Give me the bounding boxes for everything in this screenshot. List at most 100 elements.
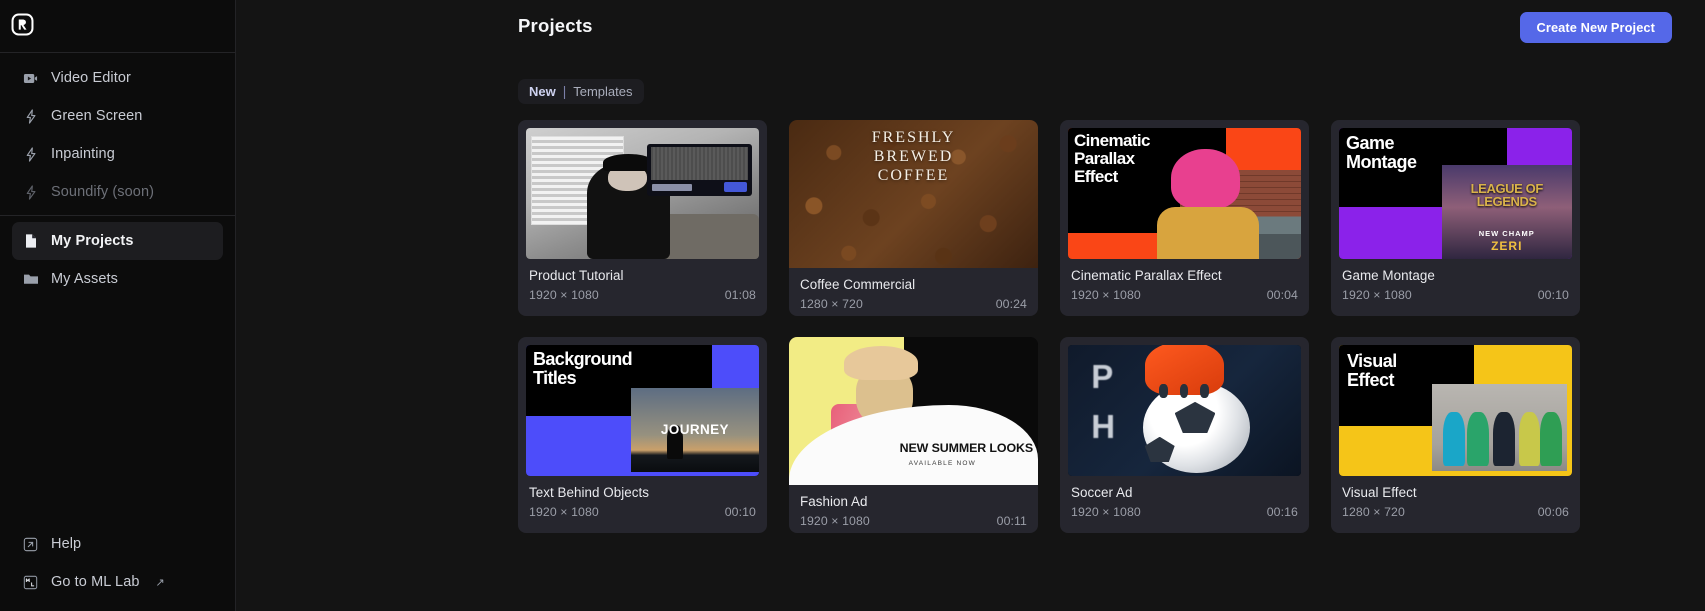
project-title: Soccer Ad <box>1071 485 1133 500</box>
view-tabs: New | Templates <box>518 79 644 104</box>
sidebar-item-label: Go to ML Lab <box>51 574 140 590</box>
top-bar: Projects Create New Project <box>236 0 1705 56</box>
project-card[interactable]: Product Tutorial 1920 × 1080 01:08 <box>518 120 767 316</box>
runway-logo-icon[interactable] <box>9 11 36 38</box>
coffee-commercial-thumb[interactable]: FRESHLY BREWED COFFEE <box>789 120 1038 268</box>
sidebar-item-ml-lab[interactable]: Go to ML Lab ↗ <box>12 563 223 601</box>
project-title: Cinematic Parallax Effect <box>1071 268 1222 283</box>
thumb-text-line: COFFEE <box>877 166 950 184</box>
thumb-text-line: Background <box>533 349 633 369</box>
project-title: Fashion Ad <box>800 494 868 509</box>
projects-panel: New | Templates Product Tutorial 1920 × … <box>518 79 1672 533</box>
help-external-icon <box>22 536 39 553</box>
sidebar-bottom-group: Help Go to ML Lab ↗ <box>0 525 235 611</box>
project-duration: 00:11 <box>996 514 1027 528</box>
sidebar-item-inpainting[interactable]: Inpainting <box>12 135 223 173</box>
fashion-ad-thumb[interactable]: NEW SUMMER LOOKS AVAILABLE NOW <box>789 337 1038 485</box>
create-new-project-button[interactable]: Create New Project <box>1519 12 1672 43</box>
sidebar-library-group: My Projects My Assets <box>0 222 235 298</box>
tab-templates[interactable]: Templates <box>573 84 632 99</box>
thumb-text-line: Parallax <box>1074 149 1135 169</box>
thumb-overlay-text: LEAGUE OF LEGENDS <box>1470 180 1544 209</box>
project-duration: 00:16 <box>1266 505 1298 519</box>
main-content: Projects Create New Project New | Templa… <box>236 0 1705 611</box>
sidebar-item-soundify: Soundify (soon) <box>12 173 223 211</box>
project-card[interactable]: FRESHLY BREWED COFFEE Coffee Commercial … <box>789 120 1038 316</box>
project-dimensions: 1280 × 720 <box>800 297 863 311</box>
thumb-overlay-text: NEW SUMMER LOOKS <box>899 441 1033 456</box>
game-montage-thumb[interactable]: LEAGUE OF LEGENDS NEW CHAMP ZERI Game Mo… <box>1339 128 1572 259</box>
sidebar-item-video-editor[interactable]: Video Editor <box>12 59 223 97</box>
page-title: Projects <box>518 15 593 36</box>
thumb-overlay-text: ZERI <box>1491 239 1523 254</box>
sidebar-item-label: Inpainting <box>51 146 115 162</box>
bolt-icon <box>22 184 39 201</box>
project-card[interactable]: Visual Effect Visual Effect 1280 × 720 0… <box>1331 337 1580 533</box>
sidebar-divider-mid <box>0 215 235 216</box>
video-icon <box>22 70 39 87</box>
project-duration: 00:04 <box>1266 288 1298 302</box>
sidebar-item-my-projects[interactable]: My Projects <box>12 222 223 260</box>
project-title: Visual Effect <box>1342 485 1417 500</box>
thumb-text-line: FRESHLY <box>871 128 956 146</box>
project-dimensions: 1920 × 1080 <box>529 505 599 519</box>
soccer-ad-thumb[interactable]: P Y H R <box>1068 345 1301 476</box>
sidebar-item-help[interactable]: Help <box>12 525 223 563</box>
thumb-text-line: Effect <box>1074 167 1118 187</box>
sidebar-item-my-assets[interactable]: My Assets <box>12 260 223 298</box>
project-dimensions: 1920 × 1080 <box>800 514 870 528</box>
thumb-text-line: Game <box>1346 133 1395 153</box>
external-link-icon: ↗ <box>155 576 165 589</box>
project-duration: 00:06 <box>1537 505 1569 519</box>
thumb-text-line: Montage <box>1346 152 1417 173</box>
project-duration: 01:08 <box>724 288 756 302</box>
project-dimensions: 1920 × 1080 <box>1071 505 1141 519</box>
sidebar-tools-group: Video Editor Green Screen Inpainting Sou… <box>0 59 235 211</box>
app-root: Video Editor Green Screen Inpainting Sou… <box>0 0 1705 611</box>
project-card[interactable]: LEAGUE OF LEGENDS NEW CHAMP ZERI Game Mo… <box>1331 120 1580 316</box>
file-icon <box>22 233 39 250</box>
thumb-text-line: Cinematic <box>1074 131 1150 150</box>
project-card[interactable]: JOURNEY Background Titles Text Behind Ob… <box>518 337 767 533</box>
sidebar: Video Editor Green Screen Inpainting Sou… <box>0 0 236 611</box>
tab-new[interactable]: New <box>529 84 556 99</box>
sidebar-item-label: Video Editor <box>51 70 131 86</box>
sidebar-item-label: My Assets <box>51 271 118 287</box>
thumb-text-line: Titles <box>533 368 577 389</box>
project-title: Text Behind Objects <box>529 485 650 500</box>
thumb-text-line: Visual <box>1347 351 1397 371</box>
bolt-icon <box>22 146 39 163</box>
sidebar-item-label: Green Screen <box>51 108 143 124</box>
project-title: Game Montage <box>1342 268 1435 283</box>
project-duration: 00:24 <box>995 297 1027 311</box>
sidebar-item-green-screen[interactable]: Green Screen <box>12 97 223 135</box>
project-dimensions: 1280 × 720 <box>1342 505 1405 519</box>
sidebar-item-label: Soundify (soon) <box>51 184 155 200</box>
thumb-overlay-text: JOURNEY <box>660 421 729 437</box>
sidebar-divider-top <box>0 52 235 53</box>
project-card[interactable]: P Y H R Soccer Ad 1920 × 1080 00:16 <box>1060 337 1309 533</box>
thumb-overlay-text: AVAILABLE NOW <box>908 460 977 468</box>
project-title: Coffee Commercial <box>800 277 916 292</box>
product-tutorial-thumb[interactable] <box>526 128 759 259</box>
thumb-text-line: BREWED <box>873 147 954 165</box>
bolt-icon <box>22 108 39 125</box>
sidebar-item-label: My Projects <box>51 233 134 249</box>
project-duration: 00:10 <box>1537 288 1569 302</box>
logo-row[interactable] <box>0 0 235 48</box>
project-card[interactable]: NEW SUMMER LOOKS AVAILABLE NOW Fashion A… <box>789 337 1038 533</box>
thumb-text-line: Effect <box>1347 370 1395 391</box>
project-dimensions: 1920 × 1080 <box>1071 288 1141 302</box>
visual-effect-thumb[interactable]: Visual Effect <box>1339 345 1572 476</box>
project-dimensions: 1920 × 1080 <box>529 288 599 302</box>
tab-separator: | <box>562 84 567 99</box>
cinematic-parallax-thumb[interactable]: Cinematic Parallax Effect <box>1068 128 1301 259</box>
project-dimensions: 1920 × 1080 <box>1342 288 1412 302</box>
project-card[interactable]: Cinematic Parallax Effect Cinematic Para… <box>1060 120 1309 316</box>
text-behind-objects-thumb[interactable]: JOURNEY Background Titles <box>526 345 759 476</box>
project-duration: 00:10 <box>724 505 756 519</box>
thumb-overlay-text: NEW CHAMP <box>1478 229 1535 239</box>
project-title: Product Tutorial <box>529 268 624 283</box>
ml-lab-icon <box>22 574 39 591</box>
